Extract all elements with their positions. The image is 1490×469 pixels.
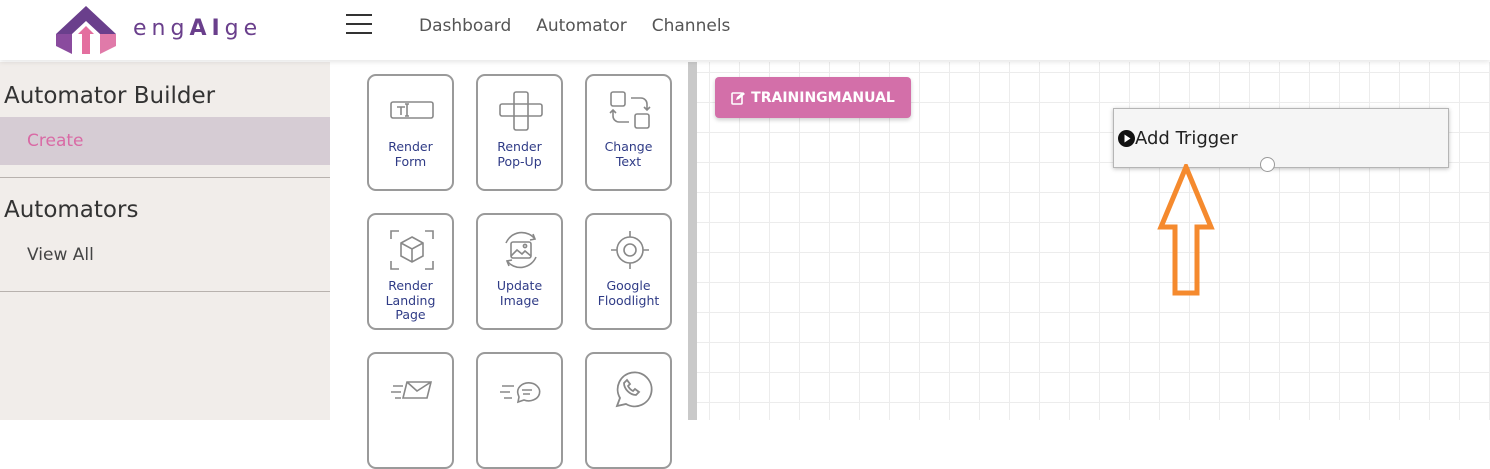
nav-dashboard[interactable]: Dashboard [419, 16, 511, 36]
sidebar-item-view-all[interactable]: View All [27, 245, 94, 265]
popup-icon [499, 91, 543, 131]
whatsapp-icon [615, 371, 653, 408]
main-nav: Dashboard Automator Channels [419, 16, 730, 36]
tile-label: Render Pop-Up [497, 139, 542, 169]
component-palette: Render Form Render Pop-Up Change Text Re… [330, 62, 688, 469]
cube-icon [390, 230, 434, 270]
sidebar: Automator Builder Create Automators View… [0, 62, 330, 420]
brand-name: engAIge [133, 16, 263, 41]
edit-icon [731, 91, 746, 105]
text-field-icon [390, 101, 434, 119]
sidebar-section-automators: Automators [4, 197, 139, 223]
tile-label: Update Image [496, 278, 543, 308]
play-icon [1118, 130, 1135, 147]
sidebar-section-automator-builder: Automator Builder [4, 83, 216, 109]
tile-google-floodlight[interactable]: Google Floodlight [585, 213, 672, 330]
tile-fast-chat[interactable] [476, 352, 563, 469]
fast-chat-icon [500, 382, 541, 404]
tile-render-form[interactable]: Render Form [367, 74, 454, 191]
node-output-handle[interactable] [1260, 157, 1275, 172]
target-icon [611, 231, 649, 269]
tile-change-text[interactable]: Change Text [585, 74, 672, 191]
training-manual-label: TRAININGMANUAL [751, 89, 895, 106]
top-navbar: engAIge Dashboard Automator Channels [0, 0, 1490, 60]
tile-label: Render Landing Page [385, 278, 436, 322]
tile-label: Render Form [388, 139, 433, 169]
brand-logo-icon[interactable] [54, 4, 118, 56]
sidebar-divider [0, 177, 330, 178]
add-trigger-node[interactable]: Add Trigger [1113, 108, 1449, 168]
palette-scrollbar[interactable] [688, 62, 697, 420]
training-manual-button[interactable]: TRAININGMANUAL [715, 77, 911, 118]
annotation-arrow-icon [1157, 164, 1215, 296]
tile-fast-email[interactable] [367, 352, 454, 469]
menu-toggle-icon[interactable] [346, 14, 372, 36]
tile-label: Change Text [604, 139, 653, 169]
nav-channels[interactable]: Channels [652, 16, 731, 36]
tile-whatsapp[interactable] [585, 352, 672, 469]
sidebar-item-create-label: Create [27, 131, 84, 151]
tile-render-popup[interactable]: Render Pop-Up [476, 74, 563, 191]
sidebar-divider [0, 291, 330, 292]
image-refresh-icon [505, 231, 537, 269]
tile-label: Google Floodlight [597, 278, 660, 308]
nav-automator[interactable]: Automator [536, 16, 627, 36]
add-trigger-label: Add Trigger [1135, 128, 1238, 149]
sidebar-item-create[interactable]: Create [0, 117, 330, 165]
swap-icon [609, 91, 651, 129]
tile-update-image[interactable]: Update Image [476, 213, 563, 330]
fast-email-icon [391, 381, 433, 399]
tile-render-landing-page[interactable]: Render Landing Page [367, 213, 454, 330]
